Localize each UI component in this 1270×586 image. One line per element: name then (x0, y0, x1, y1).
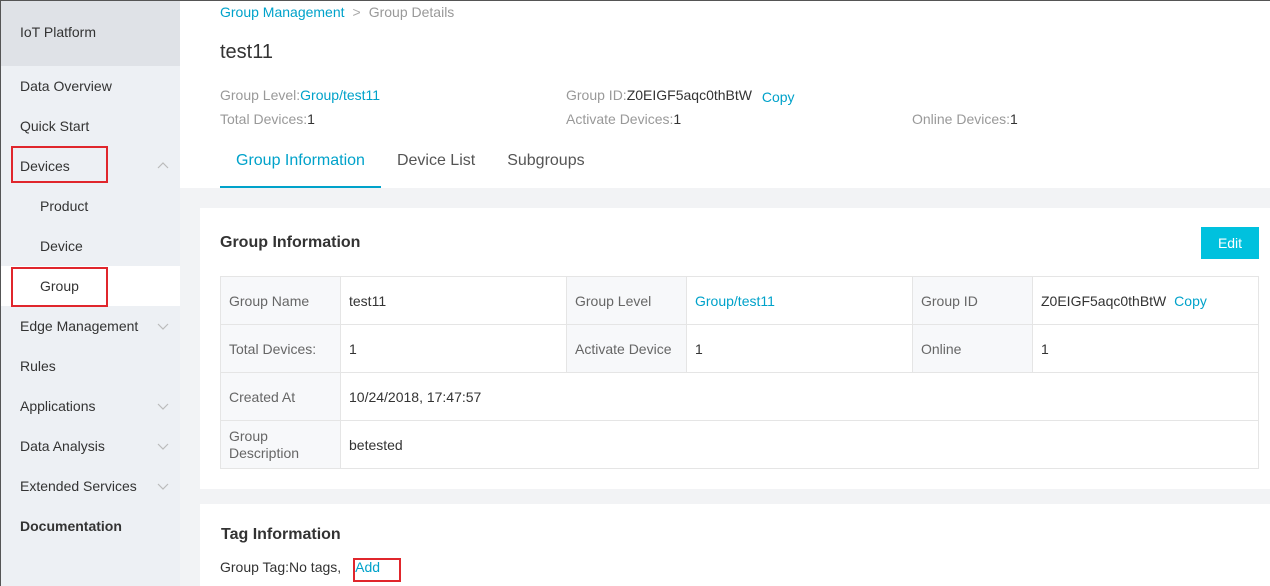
table-row: Group Description betested (220, 420, 1259, 469)
group-information-table: Group Name test11 Group Level Group/test… (220, 276, 1259, 469)
page-title: test11 (220, 41, 273, 63)
sidebar-item-devices[interactable]: Devices (1, 146, 180, 186)
activate-device-label: Activate Device (566, 324, 687, 373)
group-information-title: Group Information (220, 234, 361, 251)
group-level-link[interactable]: Group/test11 (300, 87, 380, 103)
group-description-value: betested (340, 420, 1259, 469)
summary-group-id: Group ID:Z0EIGF5aqc0thBtW Copy (566, 87, 795, 105)
group-name-value: test11 (340, 276, 567, 325)
group-description-label: Group Description (220, 420, 341, 469)
online-label: Online (912, 324, 1033, 373)
chevron-down-icon (157, 403, 169, 410)
tab-bar: Group Information Device List Subgroups (220, 144, 601, 188)
sidebar-item-label: Data Analysis (20, 438, 105, 454)
copy-group-id-table-link[interactable]: Copy (1174, 293, 1207, 309)
tab-group-information[interactable]: Group Information (220, 144, 381, 188)
sidebar-item-documentation[interactable]: Documentation (1, 506, 180, 546)
sidebar-item-group[interactable]: Group (1, 266, 180, 306)
total-devices-label: Total Devices: (220, 324, 341, 373)
tab-device-list[interactable]: Device List (381, 144, 491, 188)
created-at-label: Created At (220, 372, 341, 421)
sidebar-item-extended-services[interactable]: Extended Services (1, 466, 180, 506)
chevron-down-icon (157, 483, 169, 490)
table-row: Created At 10/24/2018, 17:47:57 (220, 372, 1259, 421)
breadcrumb-group-management[interactable]: Group Management (220, 4, 345, 20)
page-header: Group Management > Group Details test11 Gr… (180, 1, 1270, 188)
sidebar-item-edge-management[interactable]: Edge Management (1, 306, 180, 346)
total-devices-value: 1 (340, 324, 567, 373)
group-tag-value: No tags, (289, 559, 342, 575)
sidebar: IoT Platform Data Overview Quick Start D… (1, 1, 180, 586)
sidebar-item-device[interactable]: Device (1, 226, 180, 266)
main-content: Group Management > Group Details test11 Gr… (180, 1, 1270, 586)
breadcrumb-separator-icon: > (352, 4, 361, 20)
group-level-cell: Group/test11 (686, 276, 913, 325)
group-level-table-link[interactable]: Group/test11 (695, 293, 775, 309)
sidebar-item-label: Edge Management (20, 318, 139, 334)
table-row: Group Name test11 Group Level Group/test… (220, 276, 1259, 325)
sidebar-item-product[interactable]: Product (1, 186, 180, 226)
tag-information-title: Tag Information (221, 526, 341, 543)
group-tag-label: Group Tag: (220, 559, 290, 575)
sidebar-item-data-overview[interactable]: Data Overview (1, 66, 180, 106)
sidebar-item-data-analysis[interactable]: Data Analysis (1, 426, 180, 466)
activate-device-value: 1 (686, 324, 913, 373)
tag-information-card: Tag Information Group Tag:No tags, Add (200, 504, 1270, 586)
group-id-cell: Z0EIGF5aqc0thBtW Copy (1032, 276, 1259, 325)
group-tag-line: Group Tag:No tags, Add (220, 559, 380, 575)
add-tag-link[interactable]: Add (355, 559, 380, 575)
sidebar-brand: IoT Platform (1, 1, 180, 66)
chevron-up-icon (157, 162, 169, 169)
summary-group-level: Group Level:Group/test11 (220, 87, 381, 103)
online-value: 1 (1032, 324, 1259, 373)
sidebar-item-applications[interactable]: Applications (1, 386, 180, 426)
sidebar-item-label: Devices (20, 158, 70, 174)
summary-online-devices: Online Devices:1 (912, 111, 1018, 127)
created-at-value: 10/24/2018, 17:47:57 (340, 372, 1259, 421)
group-name-label: Group Name (220, 276, 341, 325)
breadcrumb-current: Group Details (368, 4, 455, 20)
summary-activate-devices: Activate Devices:1 (566, 111, 682, 127)
group-information-card: Group Information Edit Group Name test11… (200, 208, 1270, 489)
group-id-label: Group ID (912, 276, 1033, 325)
summary-total-devices: Total Devices:1 (220, 111, 315, 127)
chevron-down-icon (157, 323, 169, 330)
tab-subgroups[interactable]: Subgroups (491, 144, 600, 188)
chevron-down-icon (157, 443, 169, 450)
sidebar-item-label: Extended Services (20, 478, 137, 494)
edit-button[interactable]: Edit (1201, 227, 1259, 259)
table-row: Total Devices: 1 Activate Device 1 Onlin… (220, 324, 1259, 373)
breadcrumb: Group Management > Group Details (220, 4, 454, 20)
sidebar-item-rules[interactable]: Rules (1, 346, 180, 386)
sidebar-item-label: Applications (20, 398, 96, 414)
sidebar-item-quick-start[interactable]: Quick Start (1, 106, 180, 146)
group-level-label: Group Level (566, 276, 687, 325)
copy-group-id-link[interactable]: Copy (762, 89, 795, 105)
